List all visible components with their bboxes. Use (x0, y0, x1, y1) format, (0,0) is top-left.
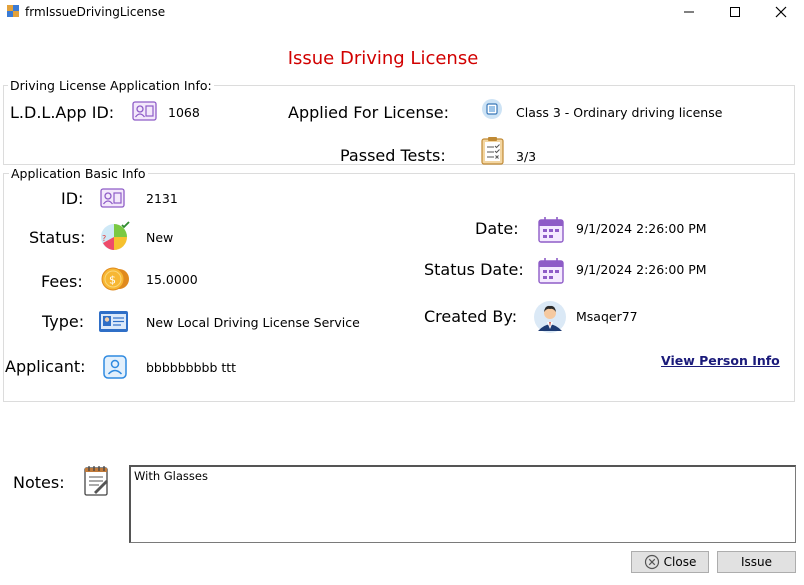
license-card-icon (99, 311, 128, 332)
applicant-value: bbbbbbbbb ttt (146, 360, 237, 375)
applied-for-license-value: Class 3 - Ordinary driving license (516, 105, 723, 120)
minimize-button[interactable] (666, 0, 712, 24)
close-button[interactable]: Close (631, 551, 709, 573)
created-by-label: Created By: (424, 307, 518, 326)
coins-icon: $ (101, 267, 129, 291)
close-button-label: Close (663, 555, 697, 569)
calendar-icon (538, 217, 564, 243)
status-value: New (146, 230, 174, 245)
ldl-app-id-label: L.D.L.App ID: (10, 103, 115, 122)
basic-group-title: Application Basic Info (9, 166, 148, 181)
applicant-person-icon (103, 355, 127, 379)
status-label: Status: (29, 228, 86, 247)
created-by-value: Msaqer77 (576, 309, 638, 324)
minimize-icon (684, 11, 694, 13)
clipboard-check-icon (481, 137, 504, 165)
close-icon (775, 6, 787, 18)
passed-tests-value: 3/3 (516, 149, 537, 164)
date-label: Date: (475, 219, 519, 238)
applicant-label: Applicant: (5, 357, 86, 376)
id-card-icon (132, 101, 157, 121)
passed-tests-label: Passed Tests: (340, 146, 446, 165)
ldl-app-id-value: 1068 (168, 105, 200, 120)
svg-text:?: ? (102, 234, 106, 243)
applied-for-license-label: Applied For License: (288, 103, 450, 122)
notepad-icon (84, 466, 108, 496)
svg-text:$: $ (109, 274, 116, 287)
maximize-button[interactable] (712, 0, 758, 24)
view-person-info-link[interactable]: View Person Info (661, 353, 780, 368)
license-class-icon (482, 99, 502, 119)
id-card-icon (100, 188, 125, 208)
notes-textarea[interactable]: With Glasses (129, 465, 796, 543)
fees-value: 15.0000 (146, 272, 198, 287)
fees-label: Fees: (41, 272, 83, 291)
window-title: frmIssueDrivingLicense (25, 5, 166, 19)
user-avatar-icon (534, 301, 566, 333)
issue-button-label: Issue (740, 555, 773, 569)
form-title: Issue Driving License (287, 48, 479, 69)
type-label: Type: (42, 312, 85, 331)
status-date-label: Status Date: (424, 260, 524, 279)
status-chart-icon: ? (101, 221, 130, 250)
status-date-value: 9/1/2024 2:26:00 PM (576, 262, 707, 277)
calendar-icon (538, 258, 564, 284)
ldl-group-title: Driving License Application Info: (8, 78, 214, 93)
notes-label: Notes: (13, 473, 65, 492)
type-value: New Local Driving License Service (146, 315, 360, 330)
id-value: 2131 (146, 191, 178, 206)
issue-button[interactable]: Issue (717, 551, 796, 573)
id-label: ID: (61, 189, 84, 208)
close-circle-icon (644, 554, 659, 570)
app-icon (7, 5, 19, 17)
close-window-button[interactable] (758, 0, 804, 24)
maximize-icon (730, 7, 740, 17)
date-value: 9/1/2024 2:26:00 PM (576, 221, 707, 236)
